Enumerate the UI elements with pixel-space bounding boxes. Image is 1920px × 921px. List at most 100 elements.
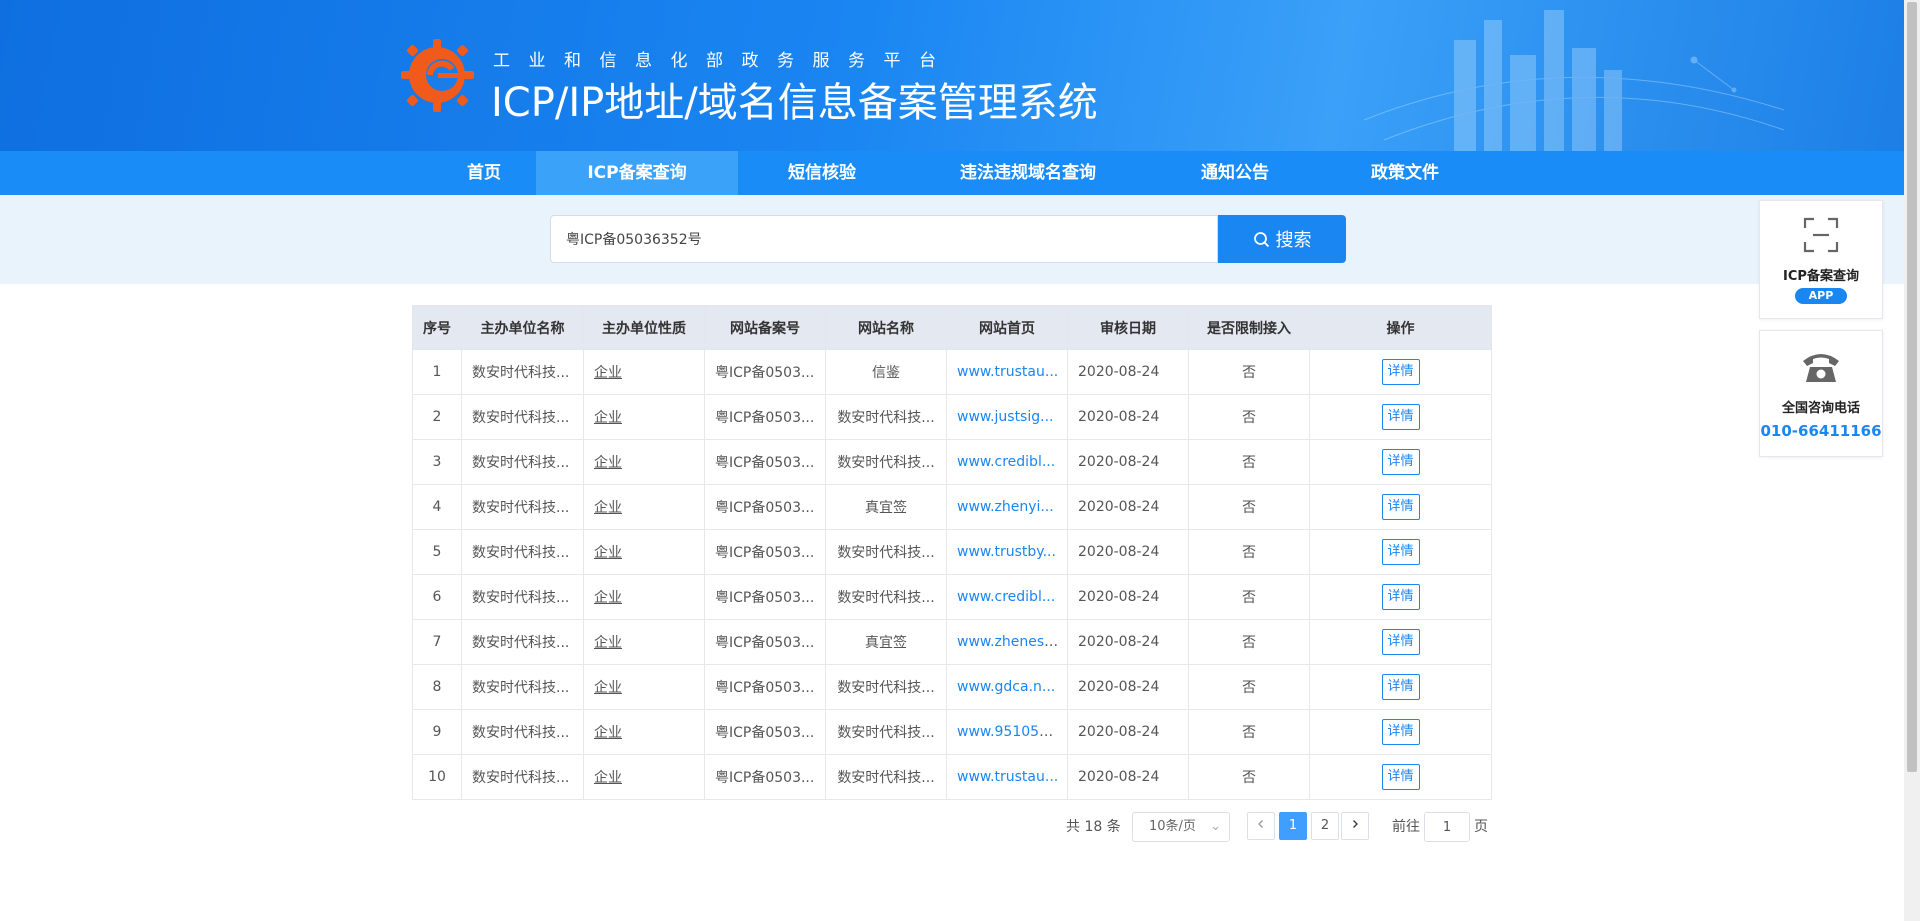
cell-access-limit: 否 bbox=[1188, 484, 1310, 530]
cell-access-limit: 否 bbox=[1188, 754, 1310, 800]
homepage-link[interactable]: www.zhenyi... bbox=[957, 499, 1054, 515]
cell-review-date: 2020-08-24 bbox=[1067, 754, 1189, 800]
homepage-link[interactable]: www.credibl... bbox=[957, 589, 1055, 605]
cell-action: 详情 bbox=[1309, 709, 1492, 755]
cell-no: 8 bbox=[412, 664, 462, 710]
cell-action: 详情 bbox=[1309, 394, 1492, 440]
nav-item-sms-verify[interactable]: 短信核验 bbox=[760, 151, 884, 195]
col-header-review-date: 审核日期 bbox=[1067, 305, 1189, 350]
page-size-select[interactable]: 10条/页 ⌄ bbox=[1132, 812, 1230, 842]
homepage-link[interactable]: www.credibl... bbox=[957, 454, 1055, 470]
org-nature-link[interactable]: 企业 bbox=[594, 500, 622, 516]
detail-button[interactable]: 详情 bbox=[1381, 719, 1420, 745]
org-nature-link[interactable]: 企业 bbox=[594, 455, 622, 471]
cell-icp-number: 粤ICP备0503... bbox=[704, 754, 826, 800]
table-body: 1 数安时代科技... 企业 粤ICP备0503... 信鉴 www.trustau...… bbox=[412, 349, 1492, 800]
detail-button[interactable]: 详情 bbox=[1381, 494, 1420, 520]
cell-icp-number: 粤ICP备0503... bbox=[704, 619, 826, 665]
cell-review-date: 2020-08-24 bbox=[1067, 664, 1189, 710]
cell-action: 详情 bbox=[1309, 484, 1492, 530]
cell-org-name: 数安时代科技... bbox=[461, 394, 584, 440]
org-nature-link[interactable]: 企业 bbox=[594, 365, 622, 381]
pagination-total: 共 18 条 bbox=[1066, 819, 1121, 835]
cell-site-name: 数安时代科技... bbox=[825, 439, 947, 485]
cell-access-limit: 否 bbox=[1188, 349, 1310, 395]
org-nature-link[interactable]: 企业 bbox=[594, 410, 622, 426]
homepage-link[interactable]: www.gdca.n... bbox=[957, 679, 1055, 695]
app-card-label: ICP备案查询 bbox=[1783, 269, 1859, 284]
cell-action: 详情 bbox=[1309, 349, 1492, 395]
cell-review-date: 2020-08-24 bbox=[1067, 619, 1189, 665]
cell-homepage: www.gdca.n... bbox=[946, 664, 1068, 710]
org-nature-link[interactable]: 企业 bbox=[594, 725, 622, 741]
app-download-card[interactable]: ICP备案查询 APP bbox=[1759, 200, 1883, 319]
nav-item-policy-docs[interactable]: 政策文件 bbox=[1350, 151, 1460, 195]
page-button-1[interactable]: 1 bbox=[1279, 812, 1307, 840]
cell-site-name: 信鉴 bbox=[825, 349, 947, 395]
cell-org-name: 数安时代科技... bbox=[461, 574, 584, 620]
page-scrollbar[interactable] bbox=[1904, 0, 1920, 921]
detail-button[interactable]: 详情 bbox=[1381, 449, 1420, 475]
nav-item-home[interactable]: 首页 bbox=[430, 151, 538, 195]
cell-homepage: www.951058... bbox=[946, 709, 1068, 755]
detail-button[interactable]: 详情 bbox=[1381, 539, 1420, 565]
search-button[interactable]: 搜索 bbox=[1218, 215, 1346, 263]
org-nature-link[interactable]: 企业 bbox=[594, 635, 622, 651]
detail-button[interactable]: 详情 bbox=[1381, 359, 1420, 385]
cell-review-date: 2020-08-24 bbox=[1067, 394, 1189, 440]
org-nature-link[interactable]: 企业 bbox=[594, 770, 622, 786]
cell-no: 1 bbox=[412, 349, 462, 395]
table-row: 6 数安时代科技... 企业 粤ICP备0503... 数安时代科技... www.cre… bbox=[412, 574, 1492, 620]
search-icon bbox=[1253, 231, 1269, 247]
header-subtitle: 工业和信息化部政务服务平台 bbox=[493, 51, 955, 71]
city-skyline-decoration bbox=[1364, 10, 1784, 151]
cell-homepage: www.zhenyi... bbox=[946, 484, 1068, 530]
nav-item-icp-query[interactable]: ICP备案查询 bbox=[536, 151, 738, 195]
homepage-link[interactable]: www.zhenesi... bbox=[957, 634, 1061, 650]
hotline-number: 010-66411166 bbox=[1760, 422, 1882, 440]
page-button-2[interactable]: 2 bbox=[1311, 812, 1339, 840]
cell-action: 详情 bbox=[1309, 529, 1492, 575]
search-input[interactable] bbox=[550, 215, 1218, 263]
cell-access-limit: 否 bbox=[1188, 529, 1310, 575]
detail-button[interactable]: 详情 bbox=[1381, 404, 1420, 430]
detail-button[interactable]: 详情 bbox=[1381, 764, 1420, 790]
col-header-org-name: 主办单位名称 bbox=[461, 305, 584, 350]
next-page-button[interactable] bbox=[1341, 812, 1369, 840]
cell-site-name: 数安时代科技... bbox=[825, 394, 947, 440]
cell-homepage: www.credibl... bbox=[946, 439, 1068, 485]
hotline-card: 全国咨询电话 010-66411166 bbox=[1759, 330, 1883, 457]
nav-item-notices[interactable]: 通知公告 bbox=[1180, 151, 1290, 195]
cell-action: 详情 bbox=[1309, 664, 1492, 710]
org-nature-link[interactable]: 企业 bbox=[594, 590, 622, 606]
prev-page-button[interactable] bbox=[1247, 812, 1275, 840]
cell-icp-number: 粤ICP备0503... bbox=[704, 664, 826, 710]
detail-button[interactable]: 详情 bbox=[1381, 629, 1420, 655]
telephone-icon bbox=[1803, 354, 1839, 382]
scrollbar-thumb[interactable] bbox=[1907, 2, 1917, 772]
cell-no: 4 bbox=[412, 484, 462, 530]
detail-button[interactable]: 详情 bbox=[1381, 674, 1420, 700]
table-row: 3 数安时代科技... 企业 粤ICP备0503... 数安时代科技... www.cre… bbox=[412, 439, 1492, 485]
nav-item-illegal-domain-query[interactable]: 违法违规域名查询 bbox=[940, 151, 1116, 195]
cell-action: 详情 bbox=[1309, 439, 1492, 485]
scan-icon bbox=[1803, 217, 1839, 253]
cell-icp-number: 粤ICP备0503... bbox=[704, 394, 826, 440]
homepage-link[interactable]: www.trustby... bbox=[957, 544, 1056, 560]
chevron-right-icon bbox=[1353, 820, 1358, 828]
detail-button[interactable]: 详情 bbox=[1381, 584, 1420, 610]
homepage-link[interactable]: www.trustau... bbox=[957, 364, 1058, 380]
cell-org-nature: 企业 bbox=[583, 619, 705, 665]
table-row: 7 数安时代科技... 企业 粤ICP备0503... 真宜签 www.zhenesi..… bbox=[412, 619, 1492, 665]
cell-icp-number: 粤ICP备0503... bbox=[704, 529, 826, 575]
org-nature-link[interactable]: 企业 bbox=[594, 680, 622, 696]
homepage-link[interactable]: www.trustau... bbox=[957, 769, 1058, 785]
goto-page-input[interactable] bbox=[1424, 812, 1470, 842]
org-nature-link[interactable]: 企业 bbox=[594, 545, 622, 561]
main-nav: 首页 ICP备案查询 短信核验 违法违规域名查询 通知公告 政策文件 bbox=[0, 151, 1904, 195]
cell-no: 7 bbox=[412, 619, 462, 665]
homepage-link[interactable]: www.justsig... bbox=[957, 409, 1053, 425]
col-header-no: 序号 bbox=[412, 305, 462, 350]
app-badge: APP bbox=[1795, 288, 1847, 304]
homepage-link[interactable]: www.951058... bbox=[957, 724, 1061, 740]
